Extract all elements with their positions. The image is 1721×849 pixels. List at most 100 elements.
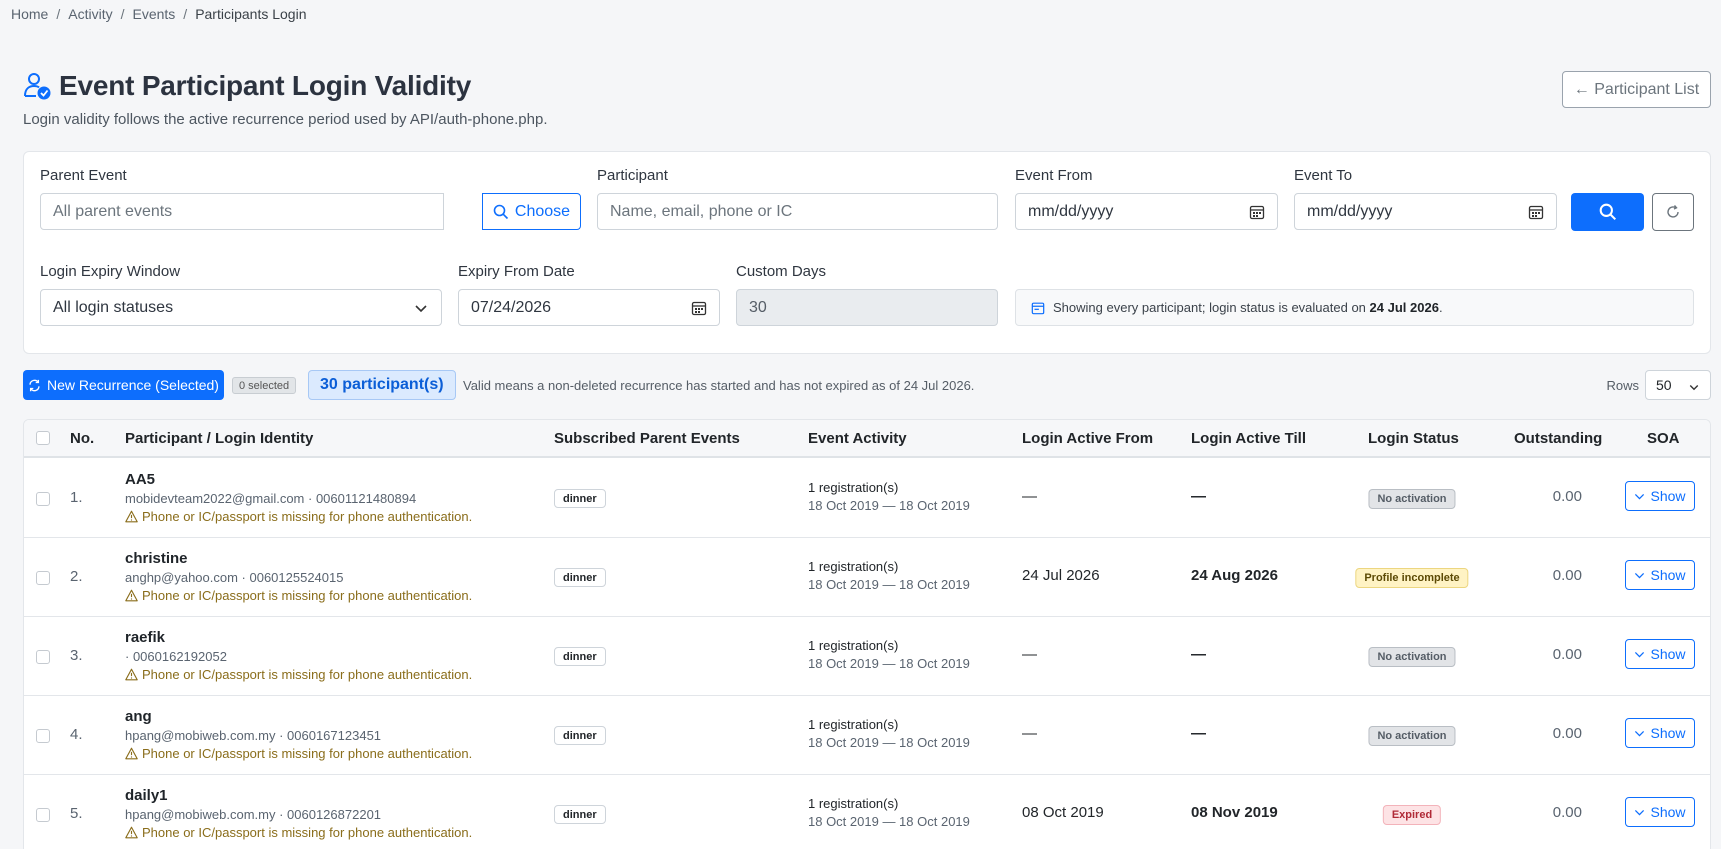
row-checkbox[interactable] — [36, 571, 50, 585]
chevron-down-icon — [1635, 493, 1645, 499]
breadcrumb-current: Participants Login — [195, 6, 307, 22]
breadcrumb-activity[interactable]: Activity — [68, 6, 112, 22]
warning-text: Phone or IC/passport is missing for phon… — [142, 667, 473, 682]
custom-days-label: Custom Days — [736, 263, 827, 280]
parent-event-input[interactable]: All parent events — [40, 193, 444, 230]
calendar-icon[interactable] — [1249, 204, 1265, 220]
participant-contact: anghp@yahoo.com · 0060125524015 — [125, 570, 344, 585]
show-label: Show — [1650, 725, 1686, 741]
phone-auth-warning: Phone or IC/passport is missing for phon… — [125, 825, 472, 840]
page-header: Event Participant Login Validity — [23, 70, 471, 102]
participant-name: raefik — [125, 629, 166, 646]
evaluation-info-text: Showing every participant; login status … — [1053, 300, 1366, 315]
column-header-active-from: Login Active From — [1022, 430, 1154, 447]
column-header-participant: Participant / Login Identity — [125, 430, 314, 447]
chevron-down-icon — [1635, 730, 1645, 736]
refresh-icon — [29, 379, 40, 391]
page-title: Event Participant Login Validity — [59, 70, 472, 101]
user-check-icon — [24, 73, 51, 100]
show-label: Show — [1650, 488, 1686, 504]
warning-triangle-icon — [125, 747, 138, 760]
rows-per-page-select[interactable]: 50 — [1645, 370, 1711, 400]
reset-filters-button[interactable] — [1652, 193, 1694, 231]
search-icon — [1599, 203, 1616, 221]
event-to-label: Event To — [1294, 167, 1353, 184]
choose-parent-event-button[interactable]: Choose — [482, 193, 581, 230]
participant-contact: hpang@mobiweb.com.my · 0060126872201 — [125, 807, 382, 822]
filter-panel: Parent Event All parent events Choose Pa… — [23, 151, 1711, 354]
warning-triangle-icon — [125, 510, 138, 523]
search-button[interactable] — [1571, 193, 1644, 231]
evaluation-date: 24 Jul 2026 — [1369, 300, 1439, 315]
choose-label: Choose — [514, 202, 571, 220]
phone-auth-warning: Phone or IC/passport is missing for phon… — [125, 746, 472, 761]
outstanding-amount: 0.00 — [1552, 804, 1582, 821]
soa-show-button[interactable]: Show — [1625, 639, 1695, 669]
login-active-till: 24 Aug 2026 — [1191, 567, 1278, 584]
calendar-icon[interactable] — [1528, 204, 1544, 220]
parent-event-tag: dinner — [554, 568, 606, 587]
table-toolbar: New Recurrence (Selected) 0 selected 30 … — [23, 370, 1711, 400]
activity-count: 1 registration(s) — [808, 559, 899, 574]
row-number: 2. — [70, 568, 83, 585]
select-all-checkbox[interactable] — [36, 431, 50, 445]
soa-show-button[interactable]: Show — [1625, 797, 1695, 827]
breadcrumb: Home / Activity / Events / Participants … — [11, 5, 306, 23]
login-active-from: — — [1022, 725, 1037, 742]
activity-range: 18 Oct 2019 — 18 Oct 2019 — [808, 577, 970, 592]
soa-show-button[interactable]: Show — [1625, 481, 1695, 511]
participant-name: AA5 — [125, 471, 156, 488]
expiry-window-select[interactable]: All login statuses — [40, 289, 442, 326]
column-header-event-activity: Event Activity — [808, 430, 907, 447]
participant-list-button[interactable]: ← Participant List — [1562, 71, 1711, 108]
login-active-from: 08 Oct 2019 — [1022, 804, 1104, 821]
soa-show-button[interactable]: Show — [1625, 718, 1695, 748]
event-to-value: mm/dd/yyyy — [1307, 202, 1393, 220]
row-number: 5. — [70, 805, 83, 822]
refresh-icon — [1667, 205, 1679, 218]
outstanding-amount: 0.00 — [1552, 646, 1582, 663]
show-label: Show — [1650, 567, 1686, 583]
breadcrumb-events[interactable]: Events — [132, 6, 175, 22]
row-checkbox[interactable] — [36, 729, 50, 743]
participant-list-label: ← Participant List — [1573, 80, 1700, 98]
row-number: 4. — [70, 726, 83, 743]
row-checkbox[interactable] — [36, 492, 50, 506]
login-active-from: — — [1022, 646, 1037, 663]
row-checkbox[interactable] — [36, 808, 50, 822]
breadcrumb-home[interactable]: Home — [11, 6, 48, 22]
login-status-badge: No activation — [1368, 647, 1456, 667]
chevron-down-icon — [415, 305, 427, 313]
new-recurrence-button[interactable]: New Recurrence (Selected) — [23, 370, 224, 400]
login-active-till: — — [1191, 646, 1206, 663]
event-to-date-input[interactable]: mm/dd/yyyy — [1294, 193, 1557, 230]
login-active-from: 24 Jul 2026 — [1022, 567, 1100, 584]
expiry-window-value: All login statuses — [53, 298, 174, 316]
activity-range: 18 Oct 2019 — 18 Oct 2019 — [808, 735, 970, 750]
chevron-down-icon — [1635, 572, 1645, 578]
warning-text: Phone or IC/passport is missing for phon… — [142, 509, 473, 524]
calendar-range-icon — [1031, 302, 1045, 314]
soa-show-button[interactable]: Show — [1625, 560, 1695, 590]
table-header: No. Participant / Login Identity Subscri… — [24, 420, 1710, 458]
rows-value: 50 — [1656, 377, 1672, 393]
activity-count: 1 registration(s) — [808, 638, 899, 653]
login-active-till: — — [1191, 488, 1206, 505]
table-row: 1. AA5 mobidevteam2022@gmail.com · 00601… — [24, 460, 1710, 538]
chevron-down-icon — [1689, 385, 1699, 391]
participant-contact: · 0060162192052 — [125, 649, 227, 664]
activity-count: 1 registration(s) — [808, 796, 899, 811]
event-from-date-input[interactable]: mm/dd/yyyy — [1015, 193, 1278, 230]
chevron-down-icon — [1635, 651, 1645, 657]
rows-label: Rows — [1606, 378, 1639, 393]
event-from-value: mm/dd/yyyy — [1028, 202, 1114, 220]
calendar-icon[interactable] — [691, 300, 707, 316]
expiry-from-date-input[interactable]: 07/24/2026 — [458, 289, 720, 326]
column-header-soa: SOA — [1647, 430, 1680, 447]
row-checkbox[interactable] — [36, 650, 50, 664]
table-row: 2. christine anghp@yahoo.com · 006012552… — [24, 539, 1710, 617]
participant-search-input[interactable]: Name, email, phone or IC — [597, 193, 998, 230]
column-header-active-till: Login Active Till — [1191, 430, 1307, 447]
column-header-no: No. — [70, 430, 95, 447]
login-active-till: — — [1191, 725, 1206, 742]
